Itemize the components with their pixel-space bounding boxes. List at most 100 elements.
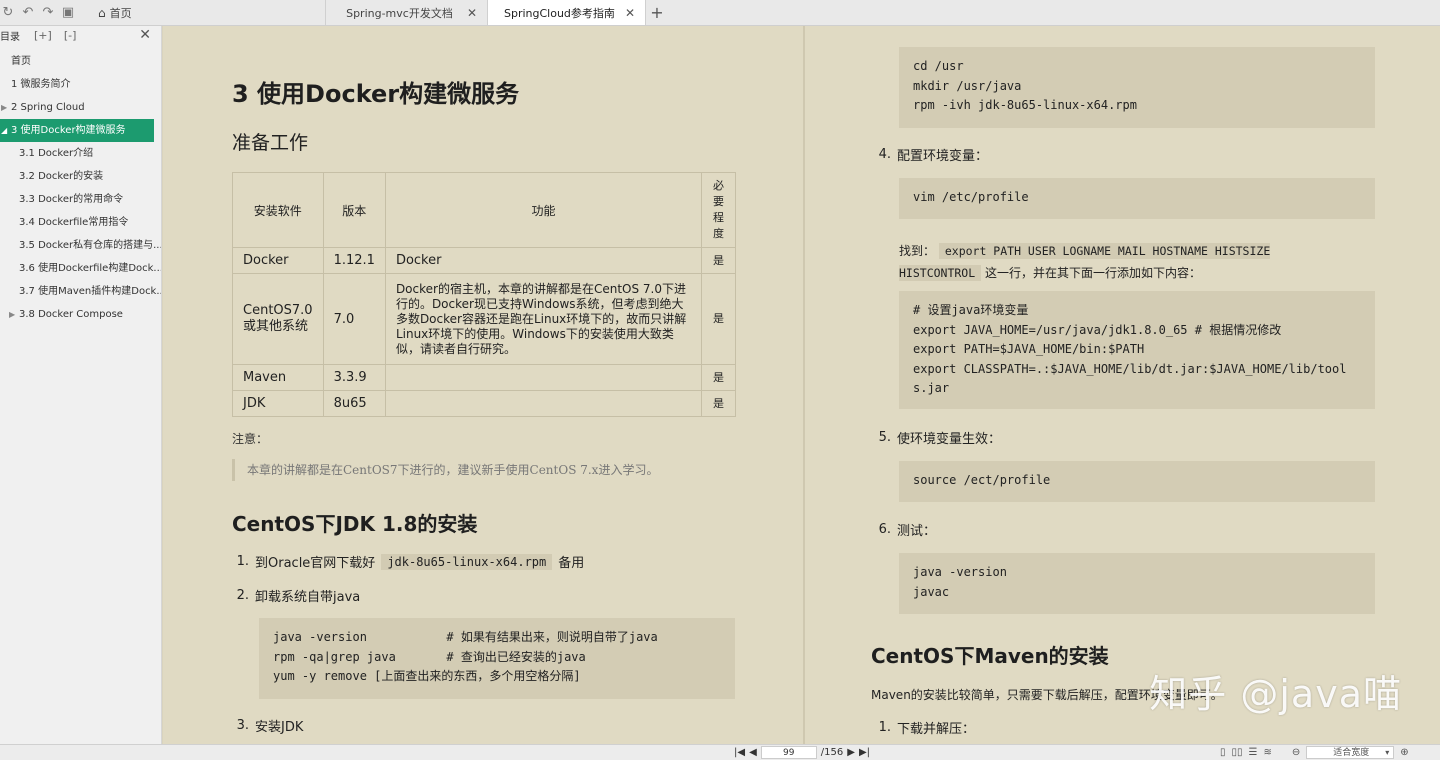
page-navigator: |◀ ◀ 99 /156 ▶ ▶|: [734, 746, 870, 759]
tab-home-label: 首页: [109, 6, 132, 20]
table-cell: Docker: [384, 247, 703, 274]
zoom-out-icon[interactable]: ⊖: [1292, 747, 1300, 758]
last-page-icon[interactable]: ▶|: [859, 747, 870, 758]
section-heading: CentOS下JDK 1.8的安装: [232, 512, 478, 536]
table-cell: Maven: [232, 364, 324, 391]
code-block[interactable]: # 设置java环境变量 export JAVA_HOME=/usr/java/…: [899, 291, 1375, 409]
close-sidebar-icon[interactable]: ✕: [139, 27, 151, 43]
table-cell: 是: [701, 247, 736, 274]
table-header: 版本: [322, 172, 386, 248]
toc-item[interactable]: 3.4 Dockerfile常用指令: [0, 211, 161, 234]
step-item: 2. 卸载系统自带java: [236, 588, 361, 605]
section-heading: 准备工作: [232, 132, 309, 154]
chapter-title: 3 使用Docker构建微服务: [232, 80, 520, 108]
table-header: 必要程度: [701, 172, 736, 248]
expand-triangle-icon[interactable]: ▶: [1, 96, 7, 119]
table-cell: 是: [701, 364, 736, 391]
table-row: JDK 8u65 是: [232, 390, 736, 417]
toc-item[interactable]: 3.3 Docker的常用命令: [0, 188, 161, 211]
table-row: CentOS7.0或其他系统 7.0 Docker的宿主机，本章的讲解都是在Ce…: [232, 273, 736, 365]
software-table: 安装软件 版本 功能 必要程度 Docker 1.12.1 Docker 是 C…: [232, 172, 736, 417]
toc-item[interactable]: ▶ 2 Spring Cloud: [0, 96, 161, 119]
total-pages: /156: [820, 747, 844, 758]
close-icon[interactable]: ✕: [467, 6, 477, 20]
single-page-icon[interactable]: ▯: [1220, 747, 1226, 758]
expand-all-icon[interactable]: [+]: [34, 29, 52, 42]
refresh-icon[interactable]: ↻: [0, 5, 16, 21]
continuous-icon[interactable]: ☰: [1249, 747, 1258, 758]
table-cell: Docker: [232, 247, 324, 274]
page-right: cd /usr mkdir /usr/java rpm -ivh jdk-8u6…: [805, 26, 1440, 744]
zoom-select[interactable]: 适合宽度 ▾: [1306, 746, 1395, 759]
double-page-icon[interactable]: ▯▯: [1232, 747, 1243, 758]
collapse-all-icon[interactable]: [-]: [64, 29, 77, 42]
redo-icon[interactable]: ↷: [40, 5, 56, 21]
book-view-icon[interactable]: ≋: [1264, 747, 1272, 758]
table-header: 安装软件: [232, 172, 324, 248]
note-quote: 本章的讲解都是在CentOS7下进行的，建议新手使用CentOS 7.x进入学习…: [232, 459, 658, 481]
table-cell: 3.3.9: [322, 364, 386, 391]
toc-item[interactable]: 3.6 使用Dockerfile构建Dock...: [0, 257, 161, 280]
table-header-row: 安装软件 版本 功能 必要程度: [232, 172, 736, 248]
tab-home[interactable]: ⌂ 首页: [98, 0, 326, 25]
table-row: Docker 1.12.1 Docker 是: [232, 247, 736, 274]
step-item: 4. 配置环境变量：: [878, 147, 989, 164]
step-item: 1. 到Oracle官网下载好 jdk-8u65-linux-x64.rpm 备…: [236, 553, 585, 571]
find-instruction: 找到： export PATH USER LOGNAME MAIL HOSTNA…: [899, 243, 1271, 281]
code-block[interactable]: java -version javac: [899, 553, 1375, 614]
toc-item-active[interactable]: ◢ 3 使用Docker构建微服务: [0, 119, 154, 142]
step-item: 5. 使环境变量生效：: [878, 430, 1002, 447]
zoom-in-icon[interactable]: ⊕: [1400, 747, 1408, 758]
code-block[interactable]: java -version # 如果有结果出来，则说明自带了java rpm -…: [259, 618, 735, 699]
undo-icon[interactable]: ↶: [20, 5, 36, 21]
top-bar: ↻ ↶ ↷ ▣ ⌂ 首页 Spring-mvc开发文档 ✕ SpringClou…: [0, 0, 1440, 26]
table-cell: [384, 390, 703, 417]
table-cell: 7.0: [322, 273, 386, 365]
table-cell: Docker的宿主机，本章的讲解都是在CentOS 7.0下进行的。Docker…: [384, 273, 703, 365]
add-tab-button[interactable]: +: [646, 0, 668, 25]
next-page-icon[interactable]: ▶: [847, 747, 855, 758]
inline-code: jdk-8u65-linux-x64.rpm: [381, 553, 553, 570]
first-page-icon[interactable]: |◀: [734, 747, 745, 758]
toc-header: 目录 [+] [-] ✕: [0, 26, 161, 44]
toc-item[interactable]: ▶ 3.8 Docker Compose: [0, 303, 161, 326]
table-cell: 是: [701, 390, 736, 417]
tab-springcloud[interactable]: SpringCloud参考指南 ✕: [488, 0, 646, 25]
toc-item[interactable]: 1 微服务简介: [0, 73, 161, 96]
save-icon[interactable]: ▣: [60, 5, 76, 21]
prev-page-icon[interactable]: ◀: [749, 747, 757, 758]
table-cell: 是: [701, 273, 736, 365]
table-cell: CentOS7.0或其他系统: [232, 273, 324, 365]
table-cell: 1.12.1: [322, 247, 386, 274]
code-block[interactable]: vim /etc/profile: [899, 178, 1375, 219]
tab-spring-mvc[interactable]: Spring-mvc开发文档 ✕: [326, 0, 488, 25]
tab-spring-mvc-label: Spring-mvc开发文档: [346, 6, 453, 20]
toc-item[interactable]: 首页: [0, 50, 161, 73]
table-cell: [384, 364, 703, 391]
close-icon[interactable]: ✕: [625, 6, 635, 20]
step-item: 1. 下载并解压：: [878, 720, 976, 737]
toc-item[interactable]: 3.2 Docker的安装: [0, 165, 161, 188]
expand-triangle-icon[interactable]: ▶: [9, 303, 15, 326]
code-block[interactable]: source /ect/profile: [899, 461, 1375, 502]
collapse-triangle-icon[interactable]: ◢: [1, 119, 7, 142]
page-left: 3 使用Docker构建微服务 准备工作 安装软件 版本 功能 必要程度 Doc…: [163, 26, 803, 744]
code-block[interactable]: cd /usr mkdir /usr/java rpm -ivh jdk-8u6…: [899, 47, 1375, 128]
toc-sidebar: 目录 [+] [-] ✕ 首页 1 微服务简介 ▶ 2 Spring Cloud …: [0, 26, 162, 744]
toc-item[interactable]: 3.5 Docker私有仓库的搭建与...: [0, 234, 161, 257]
table-header: 功能: [384, 172, 703, 248]
toc-item[interactable]: 3.1 Docker介绍: [0, 142, 161, 165]
home-icon: ⌂: [98, 5, 106, 20]
chevron-down-icon: ▾: [1385, 748, 1390, 757]
watermark: 知乎 @java喵: [1149, 672, 1402, 716]
table-cell: 8u65: [322, 390, 386, 417]
note-label: 注意：: [232, 432, 269, 446]
page-number-input[interactable]: 99: [760, 746, 817, 759]
table-row: Maven 3.3.9 是: [232, 364, 736, 391]
toc-item[interactable]: 3.7 使用Maven插件构建Dock...: [0, 280, 161, 303]
view-tools: ▯ ▯▯ ☰ ≋ ⊖ 适合宽度 ▾ ⊕: [1220, 746, 1409, 759]
toc-list: 首页 1 微服务简介 ▶ 2 Spring Cloud ◢ 3 使用Docker构建…: [0, 50, 161, 326]
step-item: 3. 安装JDK: [236, 718, 304, 735]
section-heading: CentOS下Maven的安装: [871, 644, 1109, 668]
document-viewer[interactable]: 3 使用Docker构建微服务 准备工作 安装软件 版本 功能 必要程度 Doc…: [163, 26, 1440, 744]
